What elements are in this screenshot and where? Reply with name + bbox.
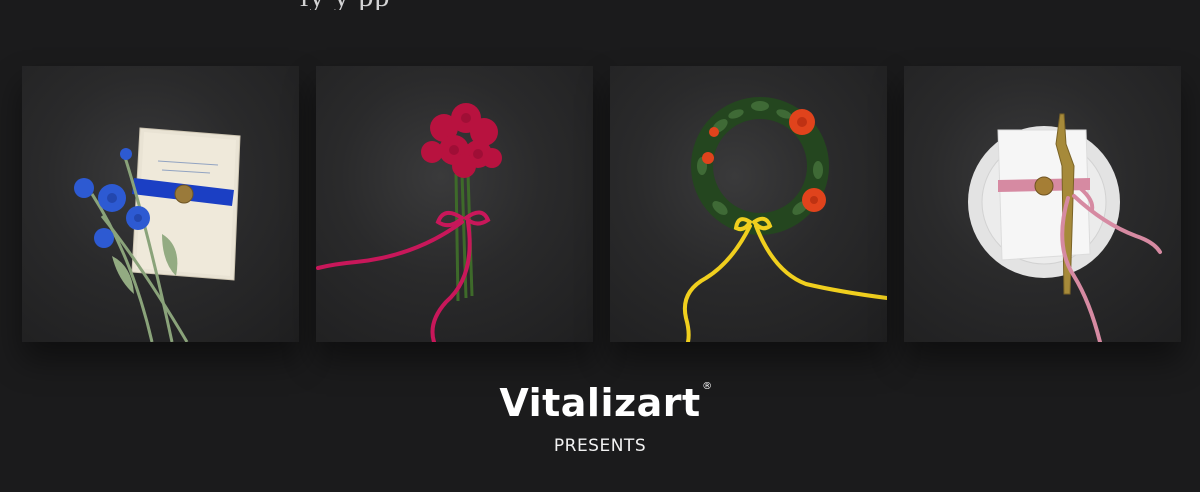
invitation-photo bbox=[74, 127, 241, 342]
wreath-photo bbox=[683, 97, 887, 342]
vitalizart-logo[interactable]: Vitalizart ® bbox=[499, 380, 712, 426]
gallery-image-invitation[interactable] bbox=[22, 66, 299, 342]
page: ly y pp bbox=[0, 0, 1200, 492]
gallery-image-bouquet[interactable] bbox=[316, 66, 593, 342]
gallery-image-wreath[interactable] bbox=[610, 66, 887, 342]
brand-block: Vitalizart ® PRESENTS bbox=[0, 380, 1200, 456]
image-gallery bbox=[22, 66, 1182, 342]
place-setting-photo bbox=[968, 113, 1162, 342]
logo-text: Vitalizart bbox=[499, 381, 701, 425]
bouquet-photo bbox=[316, 103, 502, 342]
presents-tagline: PRESENTS bbox=[553, 436, 647, 456]
gallery-image-place-setting[interactable] bbox=[904, 66, 1181, 342]
registered-mark: ® bbox=[702, 381, 713, 392]
cropped-heading: ly y pp bbox=[300, 0, 700, 10]
